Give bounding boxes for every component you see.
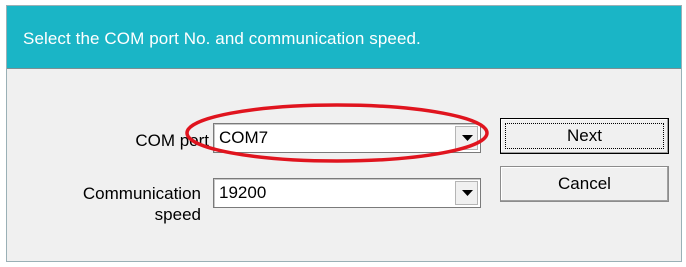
cancel-button[interactable]: Cancel	[500, 166, 669, 202]
dialog-header: Select the COM port No. and communicatio…	[7, 6, 681, 69]
communication-speed-value: 19200	[219, 183, 267, 202]
com-port-label: COM port	[135, 131, 209, 150]
com-port-select[interactable]: COM7	[213, 123, 481, 153]
com-port-dropdown-button[interactable]	[455, 126, 478, 150]
chevron-down-icon	[462, 190, 473, 196]
next-button[interactable]: Next	[500, 118, 669, 154]
cancel-button-label: Cancel	[558, 174, 611, 193]
chevron-down-icon	[462, 135, 473, 141]
next-button-label: Next	[567, 126, 602, 145]
communication-speed-label-line2: speed	[154, 205, 201, 224]
communication-speed-select[interactable]: 19200	[213, 178, 481, 208]
communication-speed-label-line1: Communication	[82, 184, 201, 203]
header-instruction: Select the COM port No. and communicatio…	[23, 29, 421, 48]
communication-speed-dropdown-button[interactable]	[455, 181, 478, 205]
dialog-window: Select the COM port No. and communicatio…	[6, 5, 682, 262]
com-port-value: COM7	[219, 128, 269, 147]
communication-speed-label: Communication speed	[31, 183, 201, 225]
